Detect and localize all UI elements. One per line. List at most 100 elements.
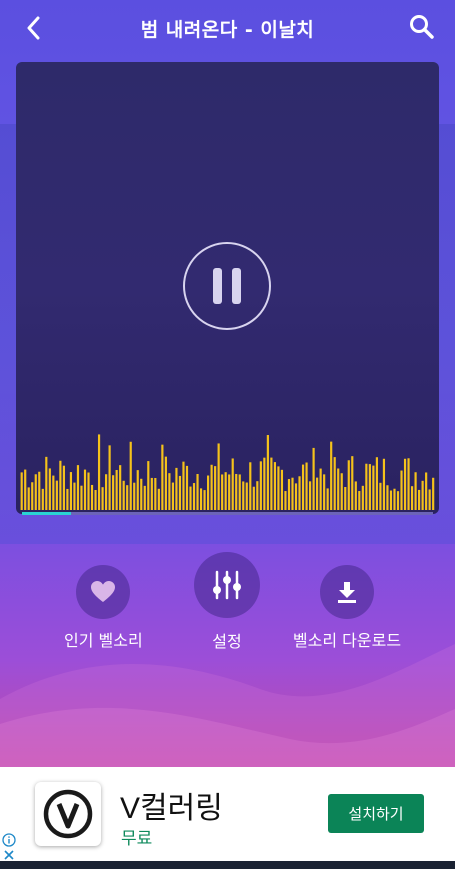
visualizer-bar — [189, 486, 192, 510]
visualizer-bar — [62, 465, 65, 510]
visualizer-bar — [372, 465, 375, 510]
visualizer-bar — [249, 462, 252, 510]
visualizer-bar — [217, 443, 220, 510]
ad-info-icon[interactable] — [2, 833, 16, 847]
ad-install-button[interactable]: 설치하기 — [328, 794, 424, 833]
visualizer-bar — [287, 479, 291, 510]
visualizer-bar — [301, 464, 305, 510]
visualizer-bar — [199, 488, 203, 510]
visualizer-bar — [242, 481, 245, 510]
visualizer-bar — [361, 485, 364, 510]
pause-button[interactable] — [183, 242, 271, 330]
visualizer-bar — [421, 480, 424, 510]
ad-banner[interactable]: V컬러링 무료 설치하기 — [0, 767, 455, 861]
visualizer-bar — [192, 483, 196, 510]
visualizer-bar — [164, 456, 167, 510]
visualizer-bar — [112, 475, 115, 510]
visualizer-bar — [294, 483, 298, 510]
visualizer-bar — [228, 474, 231, 510]
ad-app-name[interactable]: V컬러링 — [120, 783, 223, 827]
settings-circle — [194, 552, 260, 618]
visualizer-bar — [122, 480, 125, 510]
visualizer-bar — [277, 466, 280, 510]
visualizer-bar — [24, 469, 27, 510]
visualizer-bar — [214, 466, 217, 510]
visualizer-bar — [133, 482, 136, 510]
visualizer-bar — [168, 473, 171, 510]
visualizer-bar — [210, 464, 213, 510]
visualizer-bar — [238, 474, 241, 510]
progress-bar[interactable] — [22, 512, 433, 515]
visualizer-bar — [386, 485, 389, 510]
chevron-left-icon — [27, 16, 40, 40]
visualizer-bar — [389, 490, 393, 510]
visualizer-bar — [119, 465, 122, 510]
visualizer-bar — [147, 461, 150, 510]
visualizer-bar — [154, 478, 157, 510]
visualizer-bar — [80, 485, 83, 510]
visualizer-bar — [178, 475, 182, 510]
visualizer-bar — [330, 441, 333, 510]
sliders-icon — [213, 570, 241, 600]
visualizer-bar — [231, 458, 234, 510]
visualizer-bar — [48, 468, 51, 510]
visualizer-bar — [273, 462, 276, 510]
visualizer-bar — [182, 461, 185, 510]
visualizer-bar — [284, 491, 287, 510]
back-button[interactable] — [18, 12, 50, 44]
visualizer-bar — [407, 458, 410, 510]
visualizer-bar — [403, 458, 407, 510]
ad-app-logo[interactable] — [35, 782, 101, 846]
visualizer-bar — [351, 456, 354, 510]
download-icon — [338, 582, 356, 603]
visualizer-bar — [27, 487, 30, 510]
visualizer-bar — [108, 445, 111, 510]
visualizer-bar — [323, 474, 326, 510]
download-ringtone-button[interactable]: 벨소리 다운로드 — [290, 552, 404, 651]
popular-ringtones-button[interactable]: 인기 벨소리 — [64, 552, 143, 651]
visualizer-bar — [291, 477, 294, 510]
visualizer-bar — [344, 487, 347, 510]
visualizer-bar — [87, 472, 90, 510]
visualizer-bar — [38, 471, 41, 510]
settings-button[interactable]: 설정 — [194, 552, 260, 652]
v-logo-icon — [43, 789, 93, 839]
visualizer-bar — [368, 464, 371, 510]
visualizer-bar — [55, 480, 58, 510]
visualizer-bar — [425, 472, 428, 510]
visualizer-bar — [337, 468, 340, 510]
visualizer-bar — [143, 485, 146, 510]
visualizer-bar — [319, 468, 322, 510]
settings-label: 설정 — [212, 632, 242, 651]
search-icon — [410, 15, 434, 39]
visualizer-bar — [305, 462, 308, 510]
visualizer-bar — [161, 444, 164, 510]
visualizer-bar — [69, 472, 73, 510]
visualizer-bar — [312, 447, 315, 510]
visualizer-bar — [140, 478, 143, 510]
popular-ringtones-circle — [76, 565, 131, 619]
visualizer-bar — [418, 489, 421, 510]
download-ringtone-label: 벨소리 다운로드 — [292, 631, 402, 650]
visualizer-bar — [252, 486, 255, 510]
heart-icon — [91, 581, 116, 602]
visualizer-bar — [235, 473, 238, 510]
visualizer-bar — [221, 474, 224, 510]
visualizer-bar — [256, 481, 259, 510]
visualizer-bar — [432, 477, 435, 510]
visualizer-bar — [354, 481, 357, 510]
visualizer-bar — [347, 460, 350, 510]
download-ringtone-circle — [320, 565, 374, 619]
visualizer-bar — [379, 482, 382, 510]
visualizer-bar — [129, 441, 132, 510]
pause-icon-bar-left — [213, 268, 222, 304]
ad-close-icon[interactable] — [2, 848, 16, 862]
visualizer-bar — [308, 481, 312, 510]
action-row: 인기 벨소리 설정 벨소리 다운로드 — [0, 552, 455, 652]
visualizer-bar — [393, 488, 396, 510]
visualizer-bar — [90, 484, 94, 510]
visualizer-bar — [41, 488, 44, 510]
search-button[interactable] — [405, 10, 439, 44]
visualizer-bar — [45, 456, 48, 510]
visualizer-bar — [224, 472, 227, 510]
